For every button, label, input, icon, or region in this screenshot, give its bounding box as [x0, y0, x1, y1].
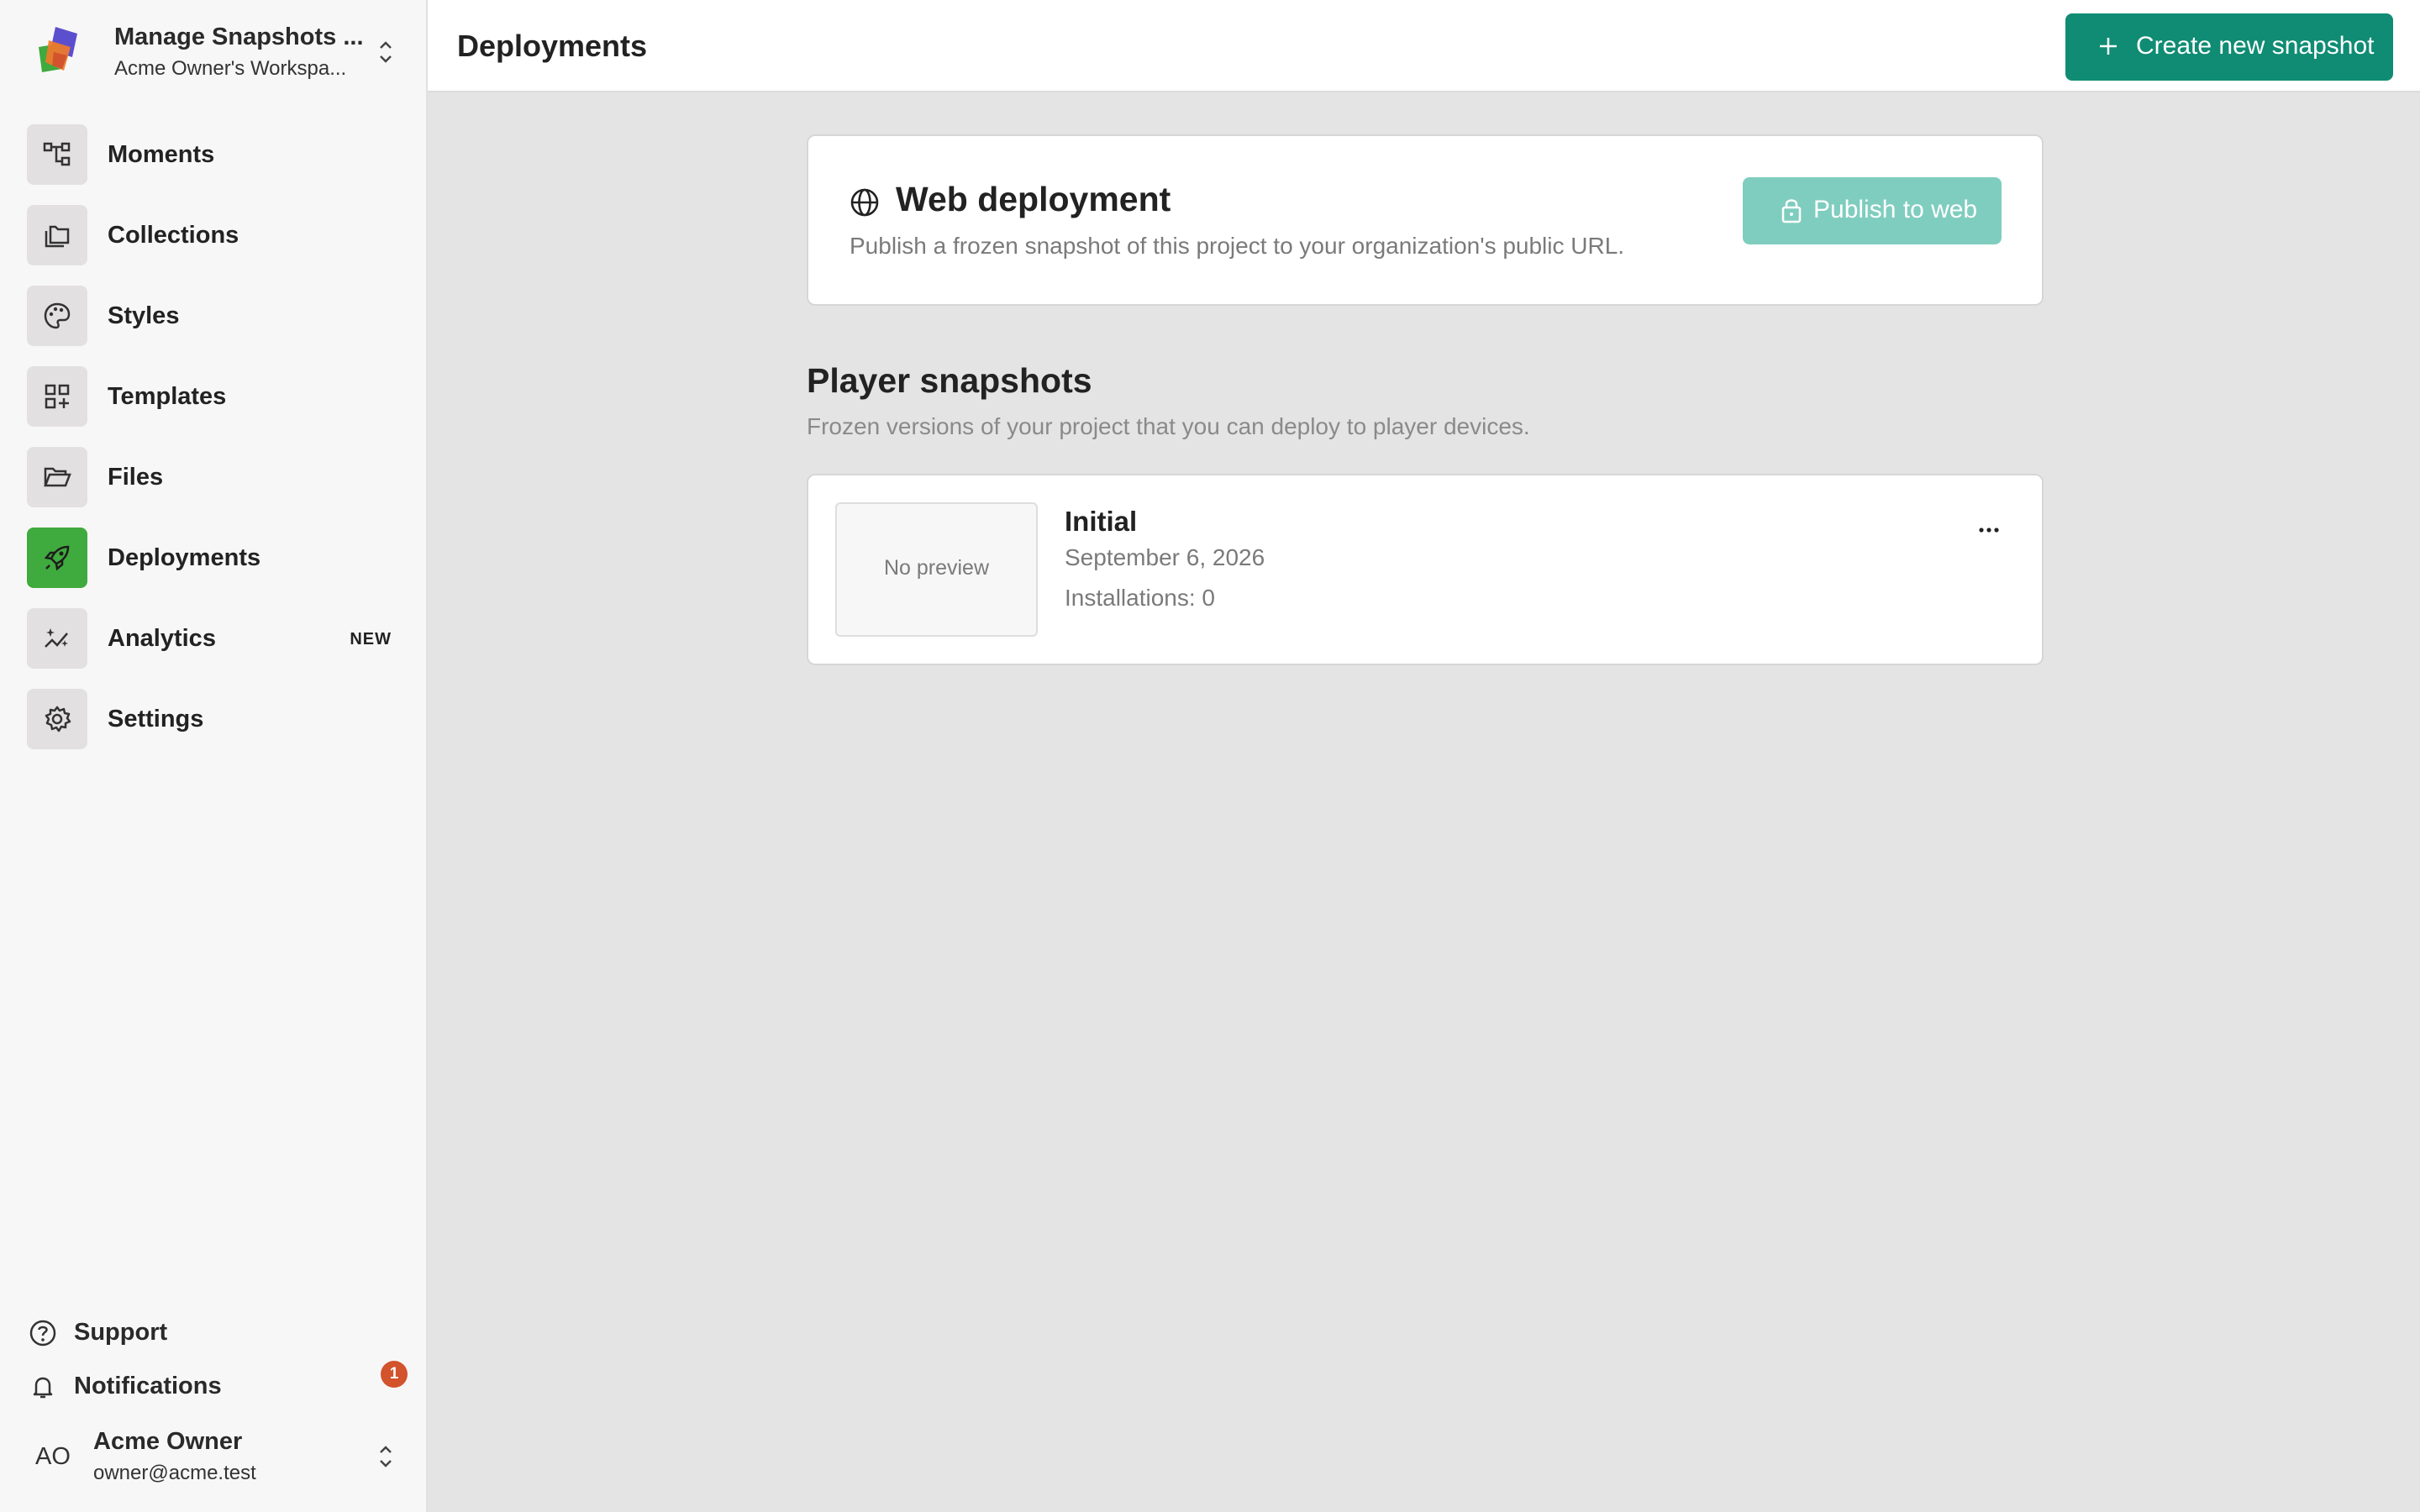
sidebar-item-label: Analytics — [108, 625, 216, 652]
rocket-icon — [44, 545, 70, 571]
sidebar-item-deployments[interactable]: Deployments — [27, 528, 413, 588]
snapshot-name: Initial — [1065, 506, 1138, 537]
support-label: Support — [74, 1319, 168, 1346]
page-title: Deployments — [457, 29, 648, 63]
player-snapshots-description: Frozen versions of your project that you… — [807, 413, 1530, 439]
workspace-switcher[interactable]: Manage Snapshots ... Acme Owner's Worksp… — [0, 0, 428, 101]
sidebar-item-settings[interactable]: Settings — [27, 689, 413, 749]
sidebar-item-analytics[interactable]: Analytics NEW — [27, 608, 413, 669]
lock-icon — [1781, 199, 1802, 223]
chevron-up-down-icon — [380, 1446, 392, 1467]
sidebar-item-label: Styles — [108, 302, 180, 329]
user-name: Acme Owner — [93, 1428, 243, 1455]
folder-open-icon — [44, 467, 71, 487]
gear-icon — [45, 706, 71, 732]
top-bar: Deployments Create new snapshot — [428, 0, 2420, 92]
help-circle-icon — [29, 1320, 56, 1347]
web-deployment-title: Web deployment — [896, 180, 1171, 218]
workspace-name: Acme Owner's Workspa... — [114, 57, 347, 80]
app-logo — [39, 27, 77, 72]
player-snapshots-title: Player snapshots — [807, 361, 1092, 400]
templates-grid-icon — [45, 384, 70, 409]
snapshot-date: September 6, 2026 — [1065, 544, 1265, 570]
new-badge: NEW — [350, 630, 392, 648]
avatar: AO — [35, 1443, 71, 1470]
snapshot-preview: No preview — [835, 502, 1038, 637]
sidebar-item-styles[interactable]: Styles — [27, 286, 413, 346]
sidebar-item-moments[interactable]: Moments — [27, 124, 413, 185]
palette-icon — [44, 302, 71, 329]
sidebar-item-label: Deployments — [108, 544, 261, 571]
collections-icon — [45, 225, 70, 248]
chevron-up-down-icon — [380, 41, 392, 63]
snapshot-installations: Installations: 0 — [1065, 585, 1215, 611]
analytics-sparkle-icon — [45, 628, 68, 648]
sidebar: Manage Snapshots ... Acme Owner's Worksp… — [0, 0, 428, 1512]
create-snapshot-button[interactable]: Create new snapshot — [2065, 13, 2393, 81]
web-deployment-description: Publish a frozen snapshot of this projec… — [850, 233, 1625, 259]
notifications-link[interactable]: Notifications 1 — [29, 1361, 408, 1404]
sidebar-item-label: Collections — [108, 222, 239, 249]
sidebar-item-collections[interactable]: Collections — [27, 205, 413, 265]
bell-icon — [33, 1377, 53, 1399]
globe-icon — [850, 188, 879, 217]
web-deployment-card: Web deployment Publish a frozen snapshot… — [807, 134, 2044, 306]
more-options-icon[interactable] — [1968, 517, 2010, 543]
no-preview-text: No preview — [883, 556, 990, 580]
sidebar-item-label: Settings — [108, 706, 204, 732]
project-name: Manage Snapshots ... — [114, 24, 364, 50]
snapshot-card[interactable]: No preview Initial September 6, 2026 Ins… — [807, 474, 2044, 665]
user-email: owner@acme.test — [93, 1462, 256, 1484]
moments-tree-icon — [43, 142, 71, 166]
sidebar-item-label: Moments — [108, 141, 215, 168]
publish-to-web-label: Publish to web — [1813, 196, 1978, 223]
notification-count-badge: 1 — [381, 1361, 408, 1388]
notifications-label: Notifications — [74, 1373, 222, 1399]
support-link[interactable]: Support — [29, 1314, 407, 1351]
create-snapshot-label: Create new snapshot — [2136, 32, 2375, 60]
plus-icon — [2100, 38, 2117, 55]
sidebar-item-files[interactable]: Files — [27, 447, 413, 507]
sidebar-item-label: Templates — [108, 383, 227, 410]
sidebar-item-templates[interactable]: Templates — [27, 366, 413, 427]
user-menu[interactable]: AO Acme Owner owner@acme.test — [0, 1420, 428, 1495]
publish-to-web-button[interactable]: Publish to web — [1743, 177, 2002, 244]
sidebar-item-label: Files — [108, 464, 164, 491]
